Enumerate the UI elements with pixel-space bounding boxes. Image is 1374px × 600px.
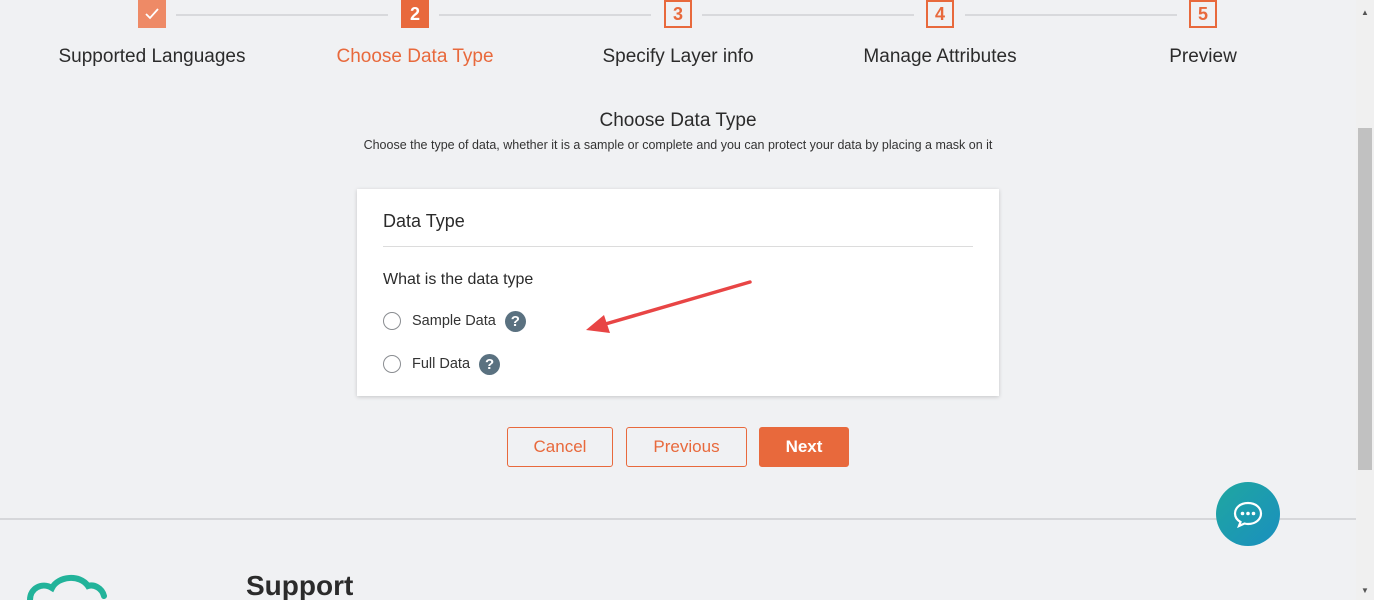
step-2-indicator[interactable]: 2	[401, 0, 429, 28]
step-1-label[interactable]: Supported Languages	[59, 46, 246, 68]
option-full-data[interactable]: Full Data ?	[383, 352, 973, 376]
section-description: Choose the type of data, whether it is a…	[363, 138, 993, 152]
card-divider	[383, 246, 973, 247]
support-heading: Support	[246, 570, 354, 600]
step-3-indicator[interactable]: 3	[664, 0, 692, 28]
step-4-indicator[interactable]: 4	[926, 0, 954, 28]
step-4-label[interactable]: Manage Attributes	[863, 46, 1016, 68]
step-connector	[702, 14, 914, 16]
cancel-button[interactable]: Cancel	[507, 427, 613, 467]
check-icon	[145, 8, 159, 20]
question-circle-icon[interactable]: ?	[504, 310, 526, 332]
step-3-label[interactable]: Specify Layer info	[602, 46, 753, 68]
question-circle-icon[interactable]: ?	[479, 353, 501, 375]
scroll-up-icon[interactable]: ▲	[1356, 4, 1374, 20]
previous-button[interactable]: Previous	[626, 427, 747, 467]
step-connector	[965, 14, 1177, 16]
step-5-indicator[interactable]: 5	[1189, 0, 1217, 28]
chat-button[interactable]	[1216, 482, 1280, 546]
next-button[interactable]: Next	[759, 427, 849, 467]
scrollbar-thumb[interactable]	[1358, 128, 1372, 470]
sample-data-radio[interactable]	[383, 312, 401, 330]
full-data-label[interactable]: Full Data	[412, 356, 470, 372]
cloud-logo-icon	[27, 575, 107, 600]
step-1-indicator[interactable]	[138, 0, 166, 28]
vertical-scrollbar[interactable]: ▲ ▼	[1356, 0, 1374, 600]
step-connector	[439, 14, 651, 16]
step-5-label[interactable]: Preview	[1169, 46, 1237, 68]
sample-data-label[interactable]: Sample Data	[412, 313, 496, 329]
page: 2 3 4 5 Supported Languages Choose Data …	[0, 0, 1374, 600]
footer	[0, 520, 1356, 600]
full-data-radio[interactable]	[383, 355, 401, 373]
card-title: Data Type	[383, 211, 465, 231]
chat-bubble-icon	[1233, 501, 1263, 528]
annotation-arrow-icon	[586, 280, 752, 333]
step-2-label[interactable]: Choose Data Type	[336, 46, 493, 68]
wizard-stepper: 2 3 4 5 Supported Languages Choose Data …	[0, 0, 1356, 90]
scroll-down-icon[interactable]: ▼	[1356, 582, 1374, 598]
step-connector	[176, 14, 388, 16]
section-title: Choose Data Type	[599, 110, 757, 131]
